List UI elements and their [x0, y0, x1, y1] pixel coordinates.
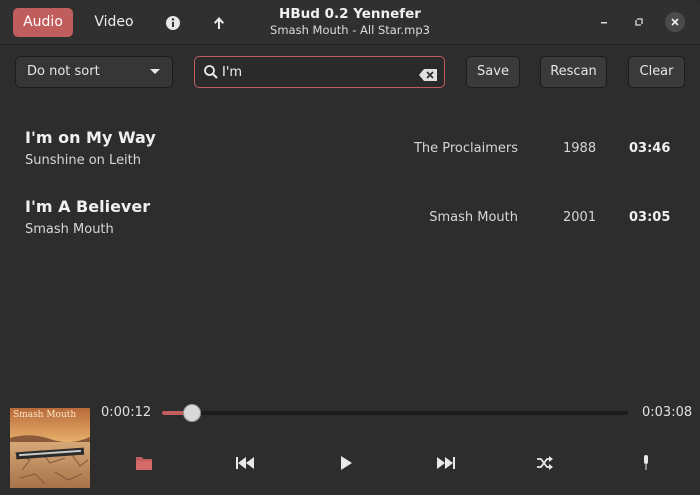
track-album: Smash Mouth: [25, 222, 114, 237]
sort-dropdown[interactable]: Do not sort: [15, 56, 173, 88]
album-cover-text: Smash Mouth: [13, 410, 77, 420]
maximize-button[interactable]: [629, 12, 649, 32]
current-time: 0:00:12: [101, 405, 152, 420]
folder-icon: [136, 457, 152, 470]
track-row[interactable]: I'm on My Way Sunshine on Leith The Proc…: [0, 128, 700, 192]
previous-icon: [236, 457, 254, 469]
window-title: HBud 0.2 Yennefer: [279, 6, 421, 22]
close-button[interactable]: [665, 12, 685, 32]
microphone-button[interactable]: [634, 451, 658, 475]
shuffle-icon: [537, 456, 553, 470]
track-duration: 03:05: [629, 210, 671, 225]
maximize-icon: [635, 18, 643, 26]
search-box[interactable]: [194, 56, 445, 88]
next-button[interactable]: [434, 451, 458, 475]
next-icon: [437, 457, 455, 469]
track-duration: 03:46: [629, 141, 671, 156]
clear-search-icon[interactable]: [419, 66, 437, 85]
header-bar: Audio Video HBud 0.2 Yennefer Smash Mout…: [0, 0, 700, 45]
info-icon[interactable]: [158, 8, 188, 37]
microphone-icon: [644, 455, 648, 470]
search-input[interactable]: [222, 60, 412, 84]
window-subtitle: Smash Mouth - All Star.mp3: [270, 23, 430, 37]
track-row[interactable]: I'm A Believer Smash Mouth Smash Mouth 2…: [0, 197, 700, 261]
save-button[interactable]: Save: [466, 56, 520, 88]
tab-audio[interactable]: Audio: [13, 8, 73, 37]
search-icon: [203, 64, 219, 84]
clear-button[interactable]: Clear: [628, 56, 685, 88]
close-icon: [671, 18, 679, 26]
track-year: 2001: [563, 210, 597, 225]
app-window: Audio Video HBud 0.2 Yennefer Smash Mout…: [0, 0, 700, 495]
play-button[interactable]: [334, 451, 358, 475]
open-folder-button[interactable]: [132, 451, 156, 475]
minimize-icon: [601, 22, 607, 24]
seek-bar[interactable]: [162, 411, 628, 415]
minimize-button[interactable]: [594, 12, 614, 32]
rescan-button[interactable]: Rescan: [540, 56, 607, 88]
sort-dropdown-value: Do not sort: [27, 64, 100, 79]
play-icon: [341, 456, 352, 470]
track-artist: Smash Mouth: [429, 210, 518, 225]
album-cover: Smash Mouth: [10, 408, 90, 488]
previous-button[interactable]: [233, 451, 257, 475]
seek-handle[interactable]: [182, 404, 201, 422]
track-artist: The Proclaimers: [413, 141, 518, 156]
track-title: I'm on My Way: [25, 128, 156, 147]
tab-video[interactable]: Video: [85, 8, 143, 37]
window-title-box: HBud 0.2 Yennefer Smash Mouth - All Star…: [230, 6, 470, 38]
shuffle-button[interactable]: [533, 451, 557, 475]
track-year: 1988: [563, 141, 597, 156]
total-time: 0:03:08: [642, 405, 693, 420]
chevron-down-icon: [150, 69, 160, 74]
track-album: Sunshine on Leith: [25, 153, 142, 168]
track-title: I'm A Believer: [25, 197, 151, 216]
